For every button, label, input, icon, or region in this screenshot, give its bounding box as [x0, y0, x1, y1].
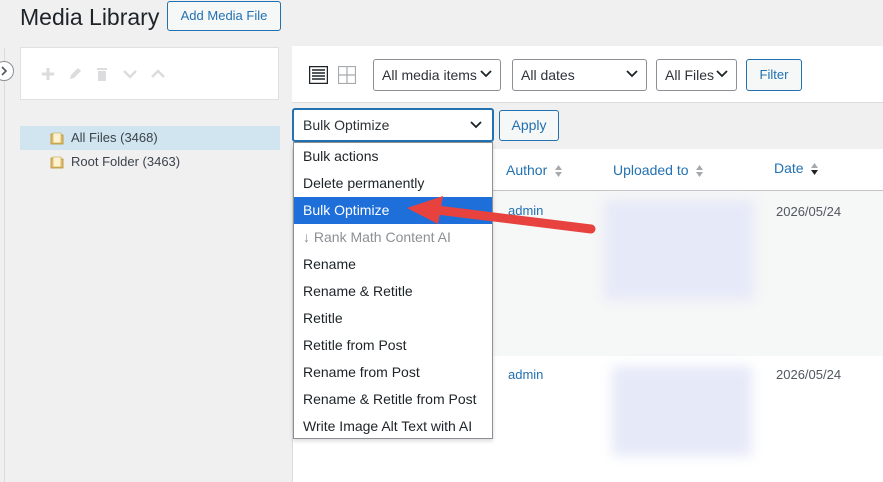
apply-button[interactable]: Apply: [499, 110, 559, 141]
bulk-actions-select[interactable]: Bulk Optimize: [292, 108, 494, 142]
sidebar-divider: [4, 48, 5, 482]
column-label: Author: [506, 162, 548, 178]
option-delete-permanently[interactable]: Delete permanently: [294, 170, 492, 197]
select-value: All media items: [382, 67, 477, 83]
grid-view-icon[interactable]: [338, 66, 356, 84]
chevron-down-icon: [470, 121, 482, 129]
uploaded-to-thumbnail: [612, 366, 752, 456]
folder-item-all-files[interactable]: All Files (3468): [20, 126, 280, 150]
sort-icon: [696, 165, 704, 178]
option-rename-retitle[interactable]: Rename & Retitle: [294, 278, 492, 305]
chevron-down-icon[interactable]: [122, 66, 138, 82]
column-label: Uploaded to: [613, 162, 689, 178]
select-value: All dates: [521, 67, 575, 83]
option-retitle[interactable]: Retitle: [294, 305, 492, 332]
option-rename-from-post[interactable]: Rename from Post: [294, 359, 492, 386]
author-link[interactable]: admin: [508, 367, 543, 382]
chevron-right-icon: [1, 66, 8, 76]
column-uploaded-to[interactable]: Uploaded to: [613, 150, 704, 190]
folder-toolbar: [20, 47, 279, 100]
chevron-up-icon[interactable]: [150, 66, 166, 82]
chevron-down-icon: [626, 70, 638, 78]
select-value: All Files: [665, 67, 715, 83]
bulk-actions-dropdown: Bulk actions Delete permanently Bulk Opt…: [293, 142, 493, 439]
date-select[interactable]: All dates: [512, 59, 647, 91]
column-author[interactable]: Author: [506, 150, 563, 190]
list-view-icon[interactable]: [309, 66, 328, 84]
select-value: Bulk Optimize: [303, 117, 390, 133]
trash-icon[interactable]: [94, 66, 110, 82]
folder-label: Root Folder (3463): [71, 154, 181, 169]
files-select[interactable]: All Files: [656, 59, 737, 91]
plus-icon[interactable]: [40, 66, 56, 82]
folder-icon: [50, 156, 64, 169]
date-value: 2026/05/24: [776, 367, 842, 382]
option-rename-retitle-from-post[interactable]: Rename & Retitle from Post: [294, 386, 492, 413]
uploaded-to-thumbnail: [604, 200, 754, 300]
option-write-alt-text-ai[interactable]: Write Image Alt Text with AI: [294, 413, 492, 440]
option-retitle-from-post[interactable]: Retitle from Post: [294, 332, 492, 359]
column-label: Date: [774, 160, 804, 176]
sort-icon: [555, 165, 563, 178]
chevron-down-icon: [480, 70, 492, 78]
media-type-select[interactable]: All media items: [373, 59, 501, 91]
option-bulk-actions[interactable]: Bulk actions: [294, 143, 492, 170]
sort-desc-icon: [811, 163, 819, 176]
chevron-down-icon: [716, 70, 728, 78]
column-date[interactable]: Date: [774, 148, 819, 188]
folder-icon: [50, 132, 64, 145]
filter-button[interactable]: Filter: [746, 59, 802, 91]
collapse-sidebar-button[interactable]: [0, 61, 14, 81]
folder-item-root[interactable]: Root Folder (3463): [20, 150, 280, 174]
folder-label: All Files (3468): [71, 130, 158, 145]
option-rename[interactable]: Rename: [294, 251, 492, 278]
pencil-icon[interactable]: [67, 66, 83, 82]
annotation-arrow-icon: [407, 196, 596, 234]
page-title: Media Library: [20, 4, 160, 30]
add-media-file-button[interactable]: Add Media File: [167, 1, 281, 31]
date-value: 2026/05/24: [776, 204, 842, 219]
